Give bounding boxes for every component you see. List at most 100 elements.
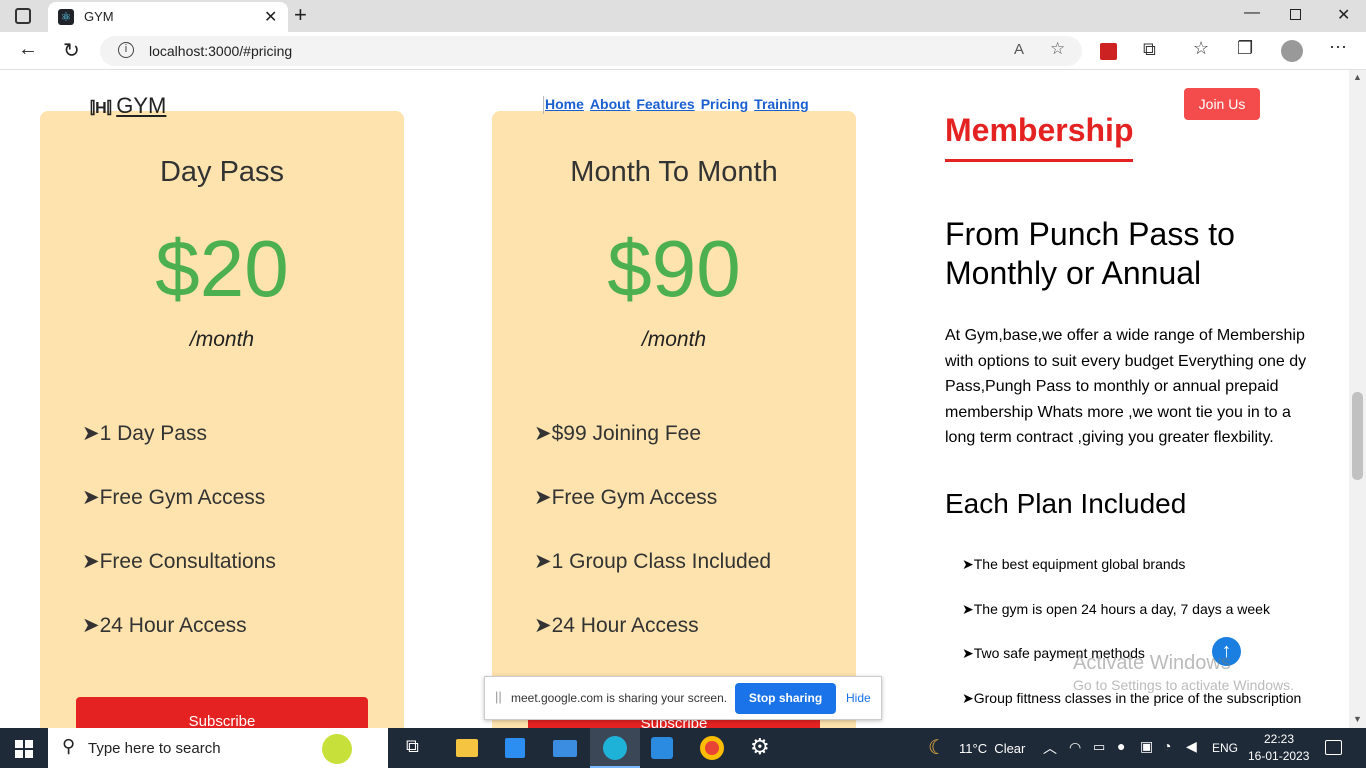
window-close-icon[interactable]: ✕ bbox=[1337, 5, 1350, 25]
chrome-icon[interactable] bbox=[700, 736, 724, 760]
scrollbar-thumb[interactable] bbox=[1352, 392, 1363, 480]
tennis-ball-icon bbox=[322, 734, 352, 764]
favorites-icon[interactable]: ☆ bbox=[1193, 38, 1209, 59]
favorite-add-icon[interactable]: ☆ bbox=[1050, 39, 1065, 59]
new-tab-icon[interactable]: + bbox=[294, 2, 307, 28]
heading-underline bbox=[945, 159, 1133, 162]
nav-links: Home About Features Pricing Training bbox=[543, 96, 815, 114]
tab-close-icon[interactable]: ✕ bbox=[264, 7, 277, 27]
pricing-card-month-to-month: Month To Month $90 /month ➤$99 Joining F… bbox=[492, 111, 856, 728]
edge-icon bbox=[603, 736, 627, 760]
react-favicon-icon: ⚛ bbox=[58, 9, 74, 25]
dumbbell-icon: ⫿H⫿ bbox=[90, 100, 112, 117]
pricing-card-day-pass: Day Pass $20 /month ➤1 Day Pass ➤Free Gy… bbox=[40, 111, 404, 728]
subheading-line: Monthly or Annual bbox=[945, 255, 1202, 291]
activate-windows-sub: Go to Settings to activate Windows. bbox=[1073, 677, 1294, 693]
browser-tab-bar: ⚛ GYM ✕ + — ✕ bbox=[0, 0, 1366, 32]
join-us-button[interactable]: Join Us bbox=[1184, 88, 1260, 120]
plan-heading: Each Plan Included bbox=[945, 488, 1187, 519]
nav-link-about[interactable]: About bbox=[590, 96, 630, 112]
nav-link-pricing[interactable]: Pricing bbox=[701, 96, 748, 112]
url-box[interactable]: i localhost:3000/#pricing A ☆ bbox=[100, 36, 1082, 66]
page-viewport: Day Pass $20 /month ➤1 Day Pass ➤Free Gy… bbox=[0, 70, 1349, 728]
wifi-icon[interactable]: ◔ bbox=[1163, 738, 1171, 754]
activate-windows-title: Activate Windows bbox=[1073, 652, 1231, 674]
address-bar-row: ← ↻ i localhost:3000/#pricing A ☆ ⧉ ☆ ❐ … bbox=[0, 32, 1366, 70]
task-view-icon[interactable]: ⧉ bbox=[406, 736, 419, 757]
card-feature: ➤Free Gym Access bbox=[534, 486, 718, 509]
weather-text[interactable]: 11°C Clear bbox=[959, 741, 1025, 756]
volume-icon[interactable]: ◀ bbox=[1186, 738, 1197, 755]
screen-share-bar: || meet.google.com is sharing your scree… bbox=[484, 676, 882, 720]
plan-item: ➤The best equipment global brands bbox=[962, 556, 1186, 572]
vscode-icon[interactable] bbox=[651, 737, 673, 759]
search-icon: ⚲ bbox=[62, 736, 76, 756]
extension-icon[interactable] bbox=[1100, 43, 1117, 60]
membership-heading: Membership bbox=[945, 112, 1134, 148]
nav-link-features[interactable]: Features bbox=[636, 96, 694, 112]
minimize-icon[interactable]: — bbox=[1244, 4, 1260, 22]
refresh-icon[interactable]: ↻ bbox=[63, 38, 80, 63]
tab-actions-icon[interactable] bbox=[15, 8, 31, 24]
card-feature: ➤Free Consultations bbox=[82, 550, 276, 573]
windows-taskbar: ⚲ Type here to search ⧉ ⚙ ☾ 11°C Clear ︿… bbox=[0, 728, 1366, 768]
network-icon[interactable]: ◠ bbox=[1069, 739, 1081, 756]
weather-moon-icon[interactable]: ☾ bbox=[928, 735, 946, 760]
drag-handle-icon[interactable]: || bbox=[495, 689, 502, 704]
hide-button[interactable]: Hide bbox=[846, 691, 871, 705]
nav-link-training[interactable]: Training bbox=[754, 96, 808, 112]
stop-sharing-button[interactable]: Stop sharing bbox=[735, 683, 836, 714]
card-feature: ➤24 Hour Access bbox=[534, 614, 699, 637]
subheading-line: From Punch Pass to bbox=[945, 216, 1235, 252]
more-menu-icon[interactable]: ⋯ bbox=[1329, 37, 1347, 58]
scroll-up-icon[interactable]: ▲ bbox=[1353, 72, 1362, 82]
share-status-text: meet.google.com is sharing your screen. bbox=[511, 691, 728, 705]
subscribe-button[interactable]: Subscribe bbox=[76, 697, 368, 728]
logo[interactable]: ⫿H⫿ GYM bbox=[90, 93, 166, 119]
mail-icon[interactable] bbox=[553, 740, 577, 757]
plan-item: ➤The gym is open 24 hours a day, 7 days … bbox=[962, 601, 1270, 617]
card-feature: ➤$99 Joining Fee bbox=[534, 422, 702, 445]
card-feature: ➤Free Gym Access bbox=[82, 486, 266, 509]
membership-subheading: From Punch Pass to Monthly or Annual bbox=[945, 215, 1235, 293]
browser-tab[interactable]: ⚛ GYM ✕ bbox=[48, 2, 288, 32]
url-text[interactable]: localhost:3000/#pricing bbox=[149, 43, 292, 59]
extensions-puzzle-icon[interactable]: ⧉ bbox=[1143, 39, 1156, 60]
restore-icon[interactable] bbox=[1290, 9, 1301, 20]
notifications-icon[interactable] bbox=[1325, 740, 1342, 755]
battery-icon[interactable]: ▭ bbox=[1093, 739, 1105, 755]
card-price: $90 bbox=[607, 224, 741, 313]
read-aloud-icon[interactable]: A bbox=[1014, 41, 1024, 58]
microphone-icon[interactable]: ● bbox=[1117, 738, 1125, 754]
edge-taskbar-button[interactable] bbox=[590, 728, 640, 768]
file-explorer-icon[interactable] bbox=[456, 739, 478, 757]
clock-date[interactable]: 16-01-2023 bbox=[1248, 749, 1309, 763]
card-feature: ➤24 Hour Access bbox=[82, 614, 247, 637]
language-indicator[interactable]: ENG bbox=[1212, 741, 1238, 755]
scroll-down-icon[interactable]: ▼ bbox=[1353, 714, 1362, 724]
card-period: /month bbox=[641, 328, 707, 351]
card-title: Day Pass bbox=[159, 156, 285, 188]
back-icon[interactable]: ← bbox=[18, 38, 38, 61]
card-feature: ➤1 Day Pass bbox=[82, 422, 207, 445]
card-title: Month To Month bbox=[570, 156, 778, 188]
collections-icon[interactable]: ❐ bbox=[1237, 38, 1253, 59]
clock-time[interactable]: 22:23 bbox=[1264, 732, 1294, 746]
taskbar-search[interactable]: ⚲ Type here to search bbox=[48, 728, 388, 768]
page-scrollbar[interactable]: ▲ ▼ bbox=[1349, 70, 1366, 728]
tray-chevron-icon[interactable]: ︿ bbox=[1043, 738, 1057, 758]
profile-avatar[interactable] bbox=[1281, 40, 1303, 62]
tab-title: GYM bbox=[84, 9, 114, 24]
display-icon[interactable]: ▣ bbox=[1140, 738, 1153, 755]
info-icon[interactable]: i bbox=[118, 42, 134, 58]
windows-start-icon[interactable] bbox=[15, 740, 33, 758]
card-period: /month bbox=[189, 328, 255, 351]
search-placeholder: Type here to search bbox=[88, 740, 221, 757]
card-feature: ➤1 Group Class Included bbox=[534, 550, 772, 573]
logo-text: GYM bbox=[116, 93, 167, 118]
store-icon[interactable] bbox=[505, 738, 525, 758]
settings-icon[interactable]: ⚙ bbox=[750, 734, 770, 760]
membership-paragraph: At Gym,base,we offer a wide range of Mem… bbox=[945, 327, 1307, 446]
card-price: $20 bbox=[155, 224, 289, 313]
nav-link-home[interactable]: Home bbox=[545, 96, 584, 112]
